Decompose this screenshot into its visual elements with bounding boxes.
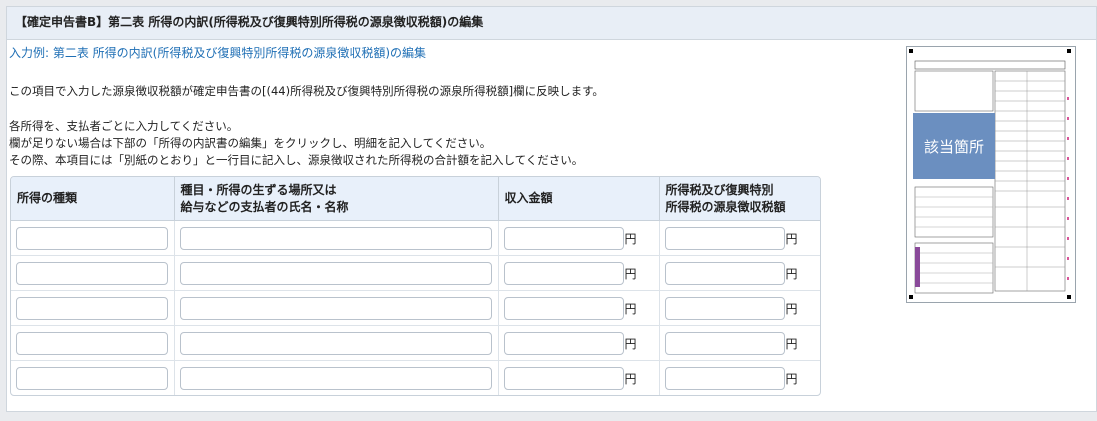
table-header-row: 所得の種類 種目・所得の生ずる場所又は 給与などの支払者の氏名・名称 収入金額 … (11, 177, 820, 221)
yen-unit: 円 (785, 336, 798, 351)
yen-unit: 円 (624, 266, 637, 281)
payer-name-input[interactable] (179, 261, 492, 285)
payer-name-input[interactable] (179, 226, 492, 250)
withholding-tax-input[interactable] (664, 296, 785, 320)
income-type-input[interactable] (16, 331, 168, 355)
table-row: 円 円 (11, 220, 820, 256)
yen-unit: 円 (785, 301, 798, 316)
description-reflect: この項目で入力した源泉徴収税額が確定申告書の[(44)所得税及び復興特別所得税の… (9, 84, 604, 98)
header-withholding-tax: 所得税及び復興特別 所得税の源泉徴収税額 (659, 177, 820, 221)
income-amount-input[interactable] (503, 296, 624, 320)
yen-unit: 円 (785, 371, 798, 386)
header-income-amount: 収入金額 (498, 177, 660, 221)
table-row: 円 円 (11, 255, 820, 291)
yen-unit: 円 (624, 371, 637, 386)
yen-unit: 円 (624, 301, 637, 316)
header-income-type: 所得の種類 (11, 177, 175, 221)
tax-form-thumbnail: 該当箇所 (906, 46, 1076, 303)
income-amount-input[interactable] (503, 226, 624, 250)
income-type-input[interactable] (16, 261, 168, 285)
header-payer-place: 種目・所得の生ずる場所又は 給与などの支払者の氏名・名称 (174, 177, 499, 221)
description-per-payer: 各所得を、支払者ごとに入力してください。 (9, 119, 239, 133)
yen-unit: 円 (785, 231, 798, 246)
withholding-tax-input[interactable] (664, 331, 785, 355)
withholding-tax-input[interactable] (664, 226, 785, 250)
payer-name-input[interactable] (179, 366, 492, 390)
panel-title: 【確定申告書B】第二表 所得の内訳(所得税及び復興特別所得税の源泉徴収税額)の編… (7, 7, 1096, 40)
description-insufficient-rows: 欄が足りない場合は下部の「所得の内訳書の編集」をクリックし、明細を記入してくださ… (9, 136, 492, 150)
table-row: 円 円 (11, 360, 820, 395)
input-example-link[interactable]: 入力例: 第二表 所得の内訳(所得税及び復興特別所得税の源泉徴収税額)の編集 (9, 44, 426, 61)
description-separate-sheet: その際、本項目には「別紙のとおり」と一行目に記入し、源泉徴収された所得税の合計額… (9, 153, 584, 167)
withholding-tax-input[interactable] (664, 366, 785, 390)
relevant-section-highlight: 該当箇所 (913, 113, 995, 179)
income-amount-input[interactable] (503, 366, 624, 390)
yen-unit: 円 (785, 266, 798, 281)
income-type-input[interactable] (16, 366, 168, 390)
income-type-input[interactable] (16, 296, 168, 320)
payer-name-input[interactable] (179, 296, 492, 320)
income-type-input[interactable] (16, 226, 168, 250)
income-breakdown-table: 所得の種類 種目・所得の生ずる場所又は 給与などの支払者の氏名・名称 収入金額 … (10, 176, 821, 396)
yen-unit: 円 (624, 336, 637, 351)
table-row: 円 円 (11, 290, 820, 326)
table-row: 円 円 (11, 325, 820, 361)
withholding-tax-input[interactable] (664, 261, 785, 285)
payer-name-input[interactable] (179, 331, 492, 355)
yen-unit: 円 (624, 231, 637, 246)
income-amount-input[interactable] (503, 331, 624, 355)
income-amount-input[interactable] (503, 261, 624, 285)
